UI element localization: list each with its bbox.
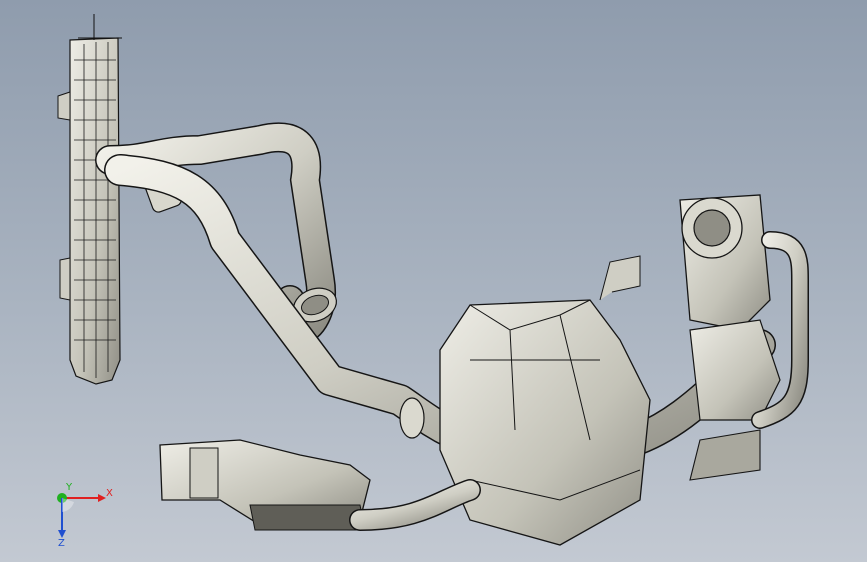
air-box-housing[interactable] xyxy=(439,255,651,546)
radiator-tank[interactable] xyxy=(57,14,122,385)
x-axis-label: X xyxy=(106,488,113,499)
coordinate-triad: X Y Z xyxy=(57,482,113,548)
lower-inlet-snorkel[interactable] xyxy=(159,439,481,531)
y-axis-label: Y xyxy=(65,482,73,493)
z-axis-label: Z xyxy=(58,538,65,548)
triad-plane-indicator xyxy=(62,498,74,512)
cad-viewport[interactable] xyxy=(0,0,867,562)
turbo-inlet-assembly[interactable] xyxy=(679,194,809,481)
